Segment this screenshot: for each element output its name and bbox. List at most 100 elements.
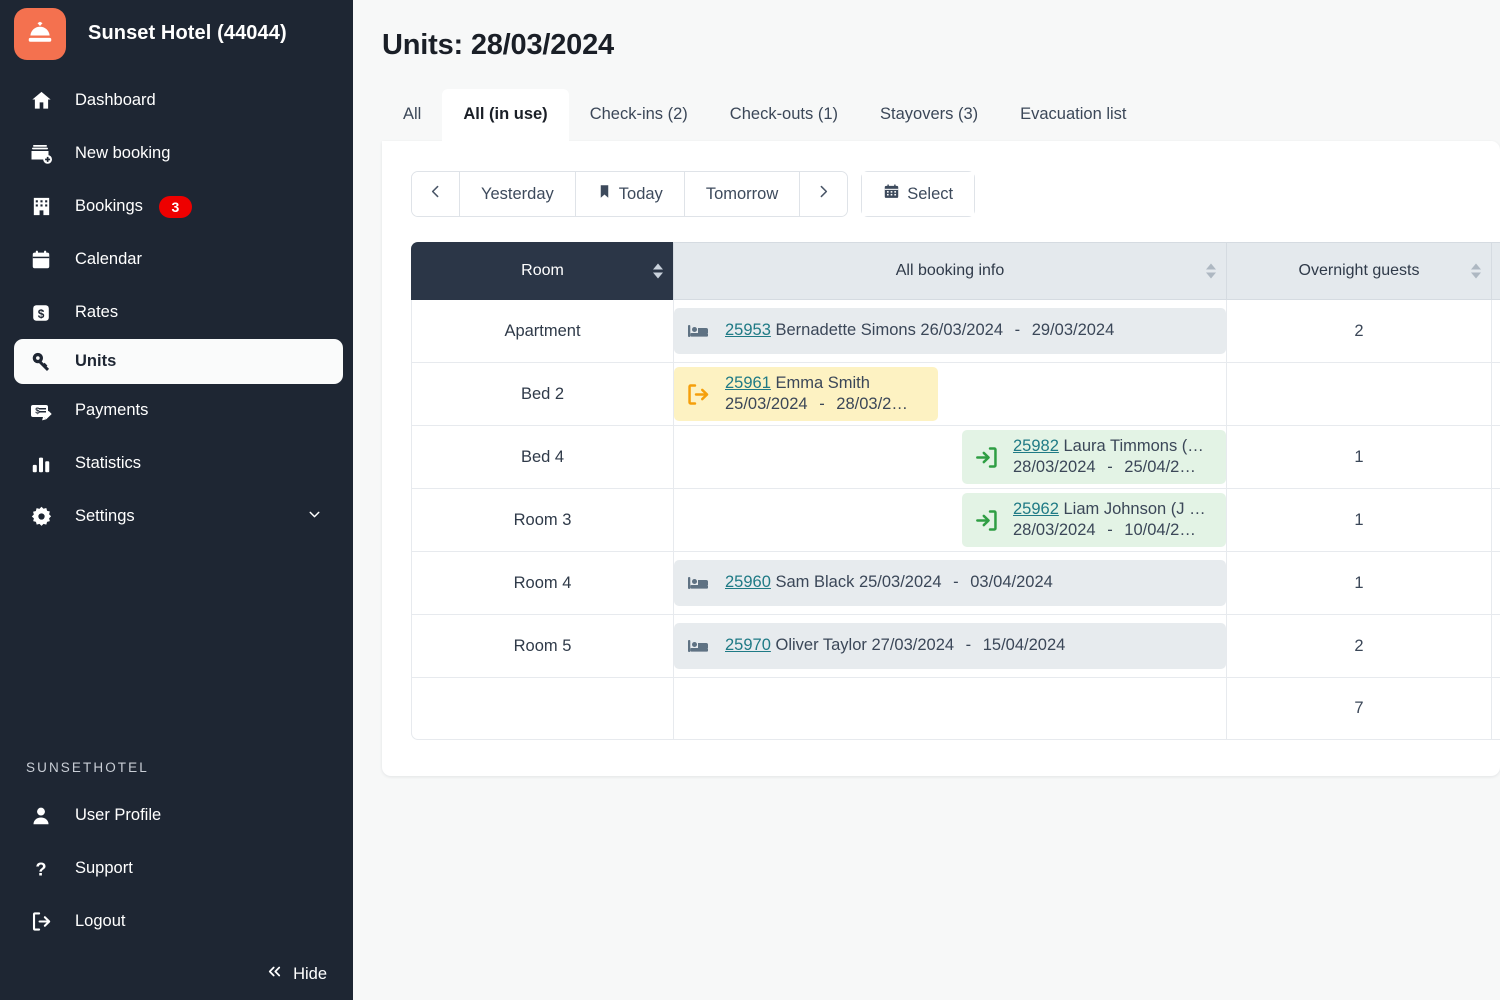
bed-icon (685, 634, 711, 658)
date-to: 25/04/2… (1124, 458, 1196, 476)
column-header-room[interactable]: Room (411, 242, 673, 300)
booking-id-link[interactable]: 25953 (725, 321, 771, 339)
overnight-guests-cell: 2 (1226, 615, 1491, 678)
booking-line-dates: 27/03/2024 - 15/04/2024 (871, 636, 1065, 654)
sidebar-item-label: Rates (75, 303, 119, 321)
date-to: 10/04/2… (1124, 521, 1196, 539)
sidebar-item-bookings[interactable]: Bookings 3 (0, 180, 353, 233)
sidebar-item-calendar[interactable]: Calendar (0, 233, 353, 286)
date-to: 28/03/2… (836, 395, 908, 413)
booking-line-name: 25962 Liam Johnson (J … (1013, 500, 1206, 518)
booking-line-dates: 25/03/2024 - 03/04/2024 (859, 573, 1053, 591)
sidebar-item-units[interactable]: Units (14, 339, 343, 384)
previous-day-button[interactable] (412, 172, 460, 216)
sidebar-footer: SUNSETHOTEL User Profile ? Support Logou… (0, 760, 353, 1000)
sidebar-footer-heading: SUNSETHOTEL (26, 760, 149, 775)
booking-line-dates: 28/03/2024 - 10/04/2… (1013, 521, 1196, 539)
booking-card-checkin[interactable]: 25962 Liam Johnson (J … 28/03/2024 - 10/… (962, 492, 1226, 548)
next-day-button[interactable] (800, 172, 848, 216)
booking-card-stayover[interactable]: 25970 Oliver Taylor 27/03/2024 - 15/04/2… (674, 623, 1226, 669)
date-to: 03/04/2024 (970, 573, 1053, 592)
tab-check-outs[interactable]: Check-outs (1) (709, 89, 859, 141)
booking-line-dates: 26/03/2024 - 29/03/2024 (920, 321, 1114, 339)
booking-id-link[interactable]: 25960 (725, 573, 771, 591)
gear-icon (26, 505, 56, 528)
brand-name: Sunset Hotel (44044) (88, 22, 287, 44)
column-header-overnight-guests[interactable]: Overnight guests (1226, 242, 1491, 300)
tomorrow-button[interactable]: Tomorrow (684, 172, 801, 216)
today-button[interactable]: Today (575, 172, 685, 216)
sidebar-item-settings[interactable]: Settings (0, 490, 353, 543)
sidebar-hide-label: Hide (293, 964, 327, 983)
payments-icon: $ (26, 399, 56, 423)
booking-id-link[interactable]: 25961 (725, 374, 771, 392)
chevrons-left-icon (265, 962, 284, 986)
overflow-cell (1491, 300, 1500, 363)
sidebar-item-label: Units (75, 352, 117, 370)
help-icon: ? (26, 858, 56, 880)
booking-info-cell: 25953 Bernadette Simons 26/03/2024 - 29/… (673, 300, 1226, 363)
sidebar-item-label: Payments (75, 401, 149, 419)
sidebar-item-label: Statistics (75, 454, 142, 472)
guest-name: Liam Johnson (J … (1063, 499, 1206, 518)
table-row-total: 7 (411, 678, 1500, 740)
table-row[interactable]: Room 4 25960 Sam Black 25/03/2024 - 03/0… (411, 552, 1500, 615)
sidebar-item-new-booking[interactable]: New booking (0, 127, 353, 180)
sidebar-item-user-profile[interactable]: User Profile (0, 789, 353, 842)
booking-id-link[interactable]: 25970 (725, 636, 771, 654)
guest-name: Bernadette Simons (775, 321, 916, 340)
tab-evacuation-list[interactable]: Evacuation list (999, 89, 1147, 141)
table-row[interactable]: Room 5 25970 Oliver Taylor 27/03/2024 - … (411, 615, 1500, 678)
sidebar-item-payments[interactable]: $ Payments (0, 384, 353, 437)
booking-id-link[interactable]: 25962 (1013, 500, 1059, 518)
logout-icon (26, 910, 56, 933)
column-header-overflow[interactable] (1491, 242, 1500, 300)
select-date-button[interactable]: Select (861, 171, 976, 217)
overnight-guests-cell (1226, 363, 1491, 426)
sidebar-item-label: Support (75, 859, 133, 877)
room-cell (411, 678, 673, 740)
sidebar-item-dashboard[interactable]: Dashboard (0, 74, 353, 127)
sidebar-item-label: Settings (75, 507, 135, 525)
tab-check-ins[interactable]: Check-ins (2) (569, 89, 709, 141)
sidebar-item-support[interactable]: ? Support (0, 842, 353, 895)
guest-name: Oliver Taylor (775, 636, 867, 655)
sidebar-item-label: User Profile (75, 806, 162, 824)
bed-icon (685, 319, 711, 343)
sidebar-item-statistics[interactable]: Statistics (0, 437, 353, 490)
room-cell: Room 5 (411, 615, 673, 678)
booking-text: 25960 Sam Black 25/03/2024 - 03/04/2024 (725, 572, 1053, 593)
sort-icon[interactable] (1471, 263, 1481, 279)
check-in-icon (973, 508, 999, 533)
sidebar-item-logout[interactable]: Logout (0, 895, 353, 948)
booking-card-checkin[interactable]: 25982 Laura Timmons (… 28/03/2024 - 25/0… (962, 429, 1226, 485)
booking-info-cell: 25962 Liam Johnson (J … 28/03/2024 - 10/… (673, 489, 1226, 552)
sidebar-item-rates[interactable]: $ Rates (0, 286, 353, 339)
overflow-cell (1491, 678, 1500, 740)
booking-card-stayover[interactable]: 25953 Bernadette Simons 26/03/2024 - 29/… (674, 308, 1226, 354)
booking-card-stayover[interactable]: 25960 Sam Black 25/03/2024 - 03/04/2024 (674, 560, 1226, 606)
brand[interactable]: Sunset Hotel (44044) (0, 0, 353, 62)
booking-id-link[interactable]: 25982 (1013, 437, 1059, 455)
tab-all-in-use[interactable]: All (in use) (442, 89, 569, 141)
tab-all[interactable]: All (382, 89, 442, 141)
table-row[interactable]: Bed 4 25982 Laura Timmons (… 28/03/2024 … (411, 426, 1500, 489)
column-header-booking-info[interactable]: All booking info (673, 242, 1226, 300)
table-row[interactable]: Bed 2 25961 Emma Smith 25/03/2024 - 28/0… (411, 363, 1500, 426)
date-separator: - (953, 573, 959, 592)
date-separator: - (819, 395, 825, 413)
dollar-icon: $ (26, 302, 56, 324)
tab-stayovers[interactable]: Stayovers (3) (859, 89, 999, 141)
booking-text: 25953 Bernadette Simons 26/03/2024 - 29/… (725, 320, 1114, 341)
chevron-down-icon[interactable] (306, 506, 323, 528)
booking-card-checkout[interactable]: 25961 Emma Smith 25/03/2024 - 28/03/2… (674, 366, 938, 422)
yesterday-button[interactable]: Yesterday (460, 172, 576, 216)
sort-icon[interactable] (1206, 263, 1216, 279)
sort-icon[interactable] (653, 263, 663, 279)
room-cell: Bed 2 (411, 363, 673, 426)
overflow-cell (1491, 363, 1500, 426)
booking-line-name: 25982 Laura Timmons (… (1013, 437, 1204, 455)
table-row[interactable]: Room 3 25962 Liam Johnson (J … 28/03/202… (411, 489, 1500, 552)
table-row[interactable]: Apartment 25953 Bernadette Simons 26/03/… (411, 300, 1500, 363)
sidebar-hide-button[interactable]: Hide (0, 948, 353, 986)
